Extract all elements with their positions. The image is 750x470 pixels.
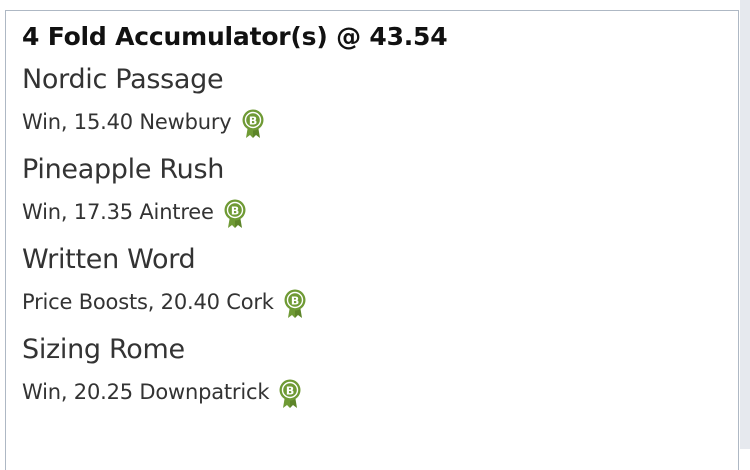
selection-name: Sizing Rome [22,334,185,365]
price-boost-badge-icon: B [279,379,301,409]
selection-detail: Win, 17.35 Aintree B [22,196,726,228]
scroll-gutter [740,0,750,449]
selection-detail-text: Price Boosts, 20.40 Cork [22,290,274,314]
badge-letter: B [286,385,294,398]
price-boost-badge-icon: B [242,109,264,139]
selection-detail: Win, 20.25 Downpatrick B [22,376,726,408]
selection-detail: Price Boosts, 20.40 Cork B [22,286,726,318]
price-boost-badge-icon: B [284,289,306,319]
selection-detail-text: Win, 20.25 Downpatrick [22,380,270,404]
selection-name: Pineapple Rush [22,154,225,185]
selection-name: Written Word [22,244,196,275]
price-boost-badge-icon: B [224,199,246,229]
bet-title: 4 Fold Accumulator(s) @ 43.54 [22,22,448,51]
selection-detail-text: Win, 17.35 Aintree [22,200,214,224]
bet-details: 4 Fold Accumulator(s) @ 43.54 Nordic Pas… [22,20,726,422]
selection-item: Nordic Passage Win, 15.40 Newbury B [22,62,726,138]
selection-item: Written Word Price Boosts, 20.40 Cork B [22,242,726,318]
selection-name: Nordic Passage [22,64,224,95]
selection-item: Pineapple Rush Win, 17.35 Aintree B [22,152,726,228]
badge-letter: B [231,205,239,218]
badge-letter: B [291,295,299,308]
selection-item: Sizing Rome Win, 20.25 Downpatrick B [22,332,726,408]
selection-detail-text: Win, 15.40 Newbury [22,110,232,134]
badge-letter: B [248,115,256,128]
selection-detail: Win, 15.40 Newbury B [22,106,726,138]
